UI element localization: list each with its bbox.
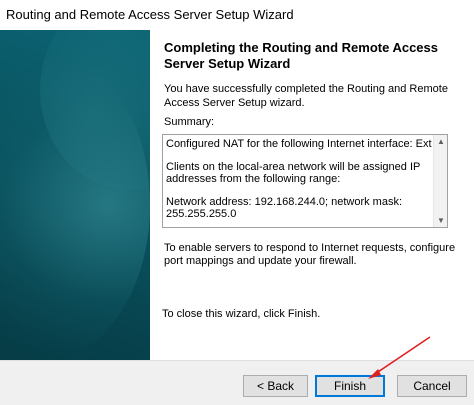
finish-button[interactable]: Finish [315,375,385,397]
summary-label: Summary: [164,116,215,128]
window-title: Routing and Remote Access Server Setup W… [6,7,294,22]
back-button[interactable]: < Back [243,375,308,397]
summary-text: Configured NAT for the following Interne… [166,138,432,227]
wizard-side-banner [0,30,150,360]
button-bar: < Back Finish Cancel [0,360,474,405]
wizard-content: Completing the Routing and Remote Access… [150,30,474,360]
title-bar: Routing and Remote Access Server Setup W… [0,0,474,30]
summary-line: Network address: 192.168.244.0; network … [166,196,403,220]
cancel-button[interactable]: Cancel [397,375,467,397]
firewall-instructions-text: To enable servers to respond to Internet… [164,242,456,267]
summary-textbox[interactable]: Configured NAT for the following Interne… [162,134,448,228]
scroll-up-arrow-icon[interactable]: ▲ [437,137,445,146]
close-instructions-text: To close this wizard, click Finish. [162,308,321,320]
summary-line: Configured NAT for the following Interne… [166,138,432,150]
summary-scrollbar[interactable]: ▲ ▼ [433,135,447,227]
intro-text: You have successfully completed the Rout… [164,83,448,109]
scroll-down-arrow-icon[interactable]: ▼ [437,216,445,225]
page-title: Completing the Routing and Remote Access… [164,40,438,71]
summary-line: Clients on the local-area network will b… [166,161,421,185]
